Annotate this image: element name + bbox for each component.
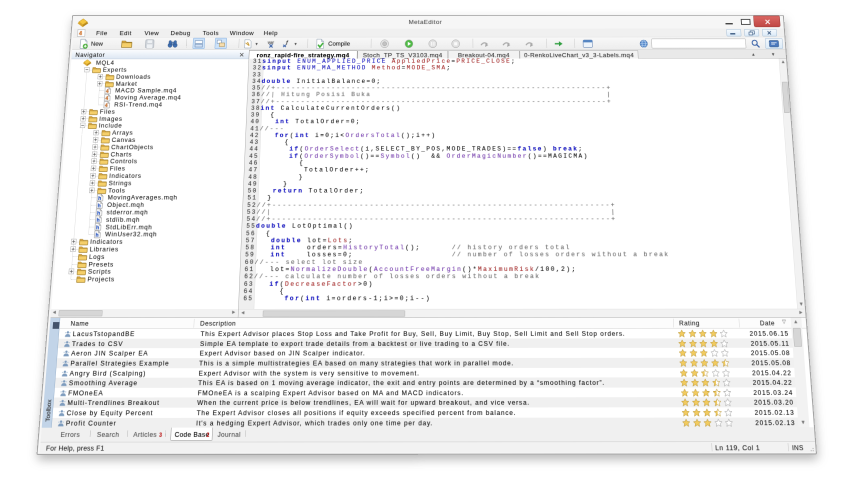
svg-text:var: var: [268, 40, 275, 45]
svg-text:f: f: [286, 40, 289, 46]
